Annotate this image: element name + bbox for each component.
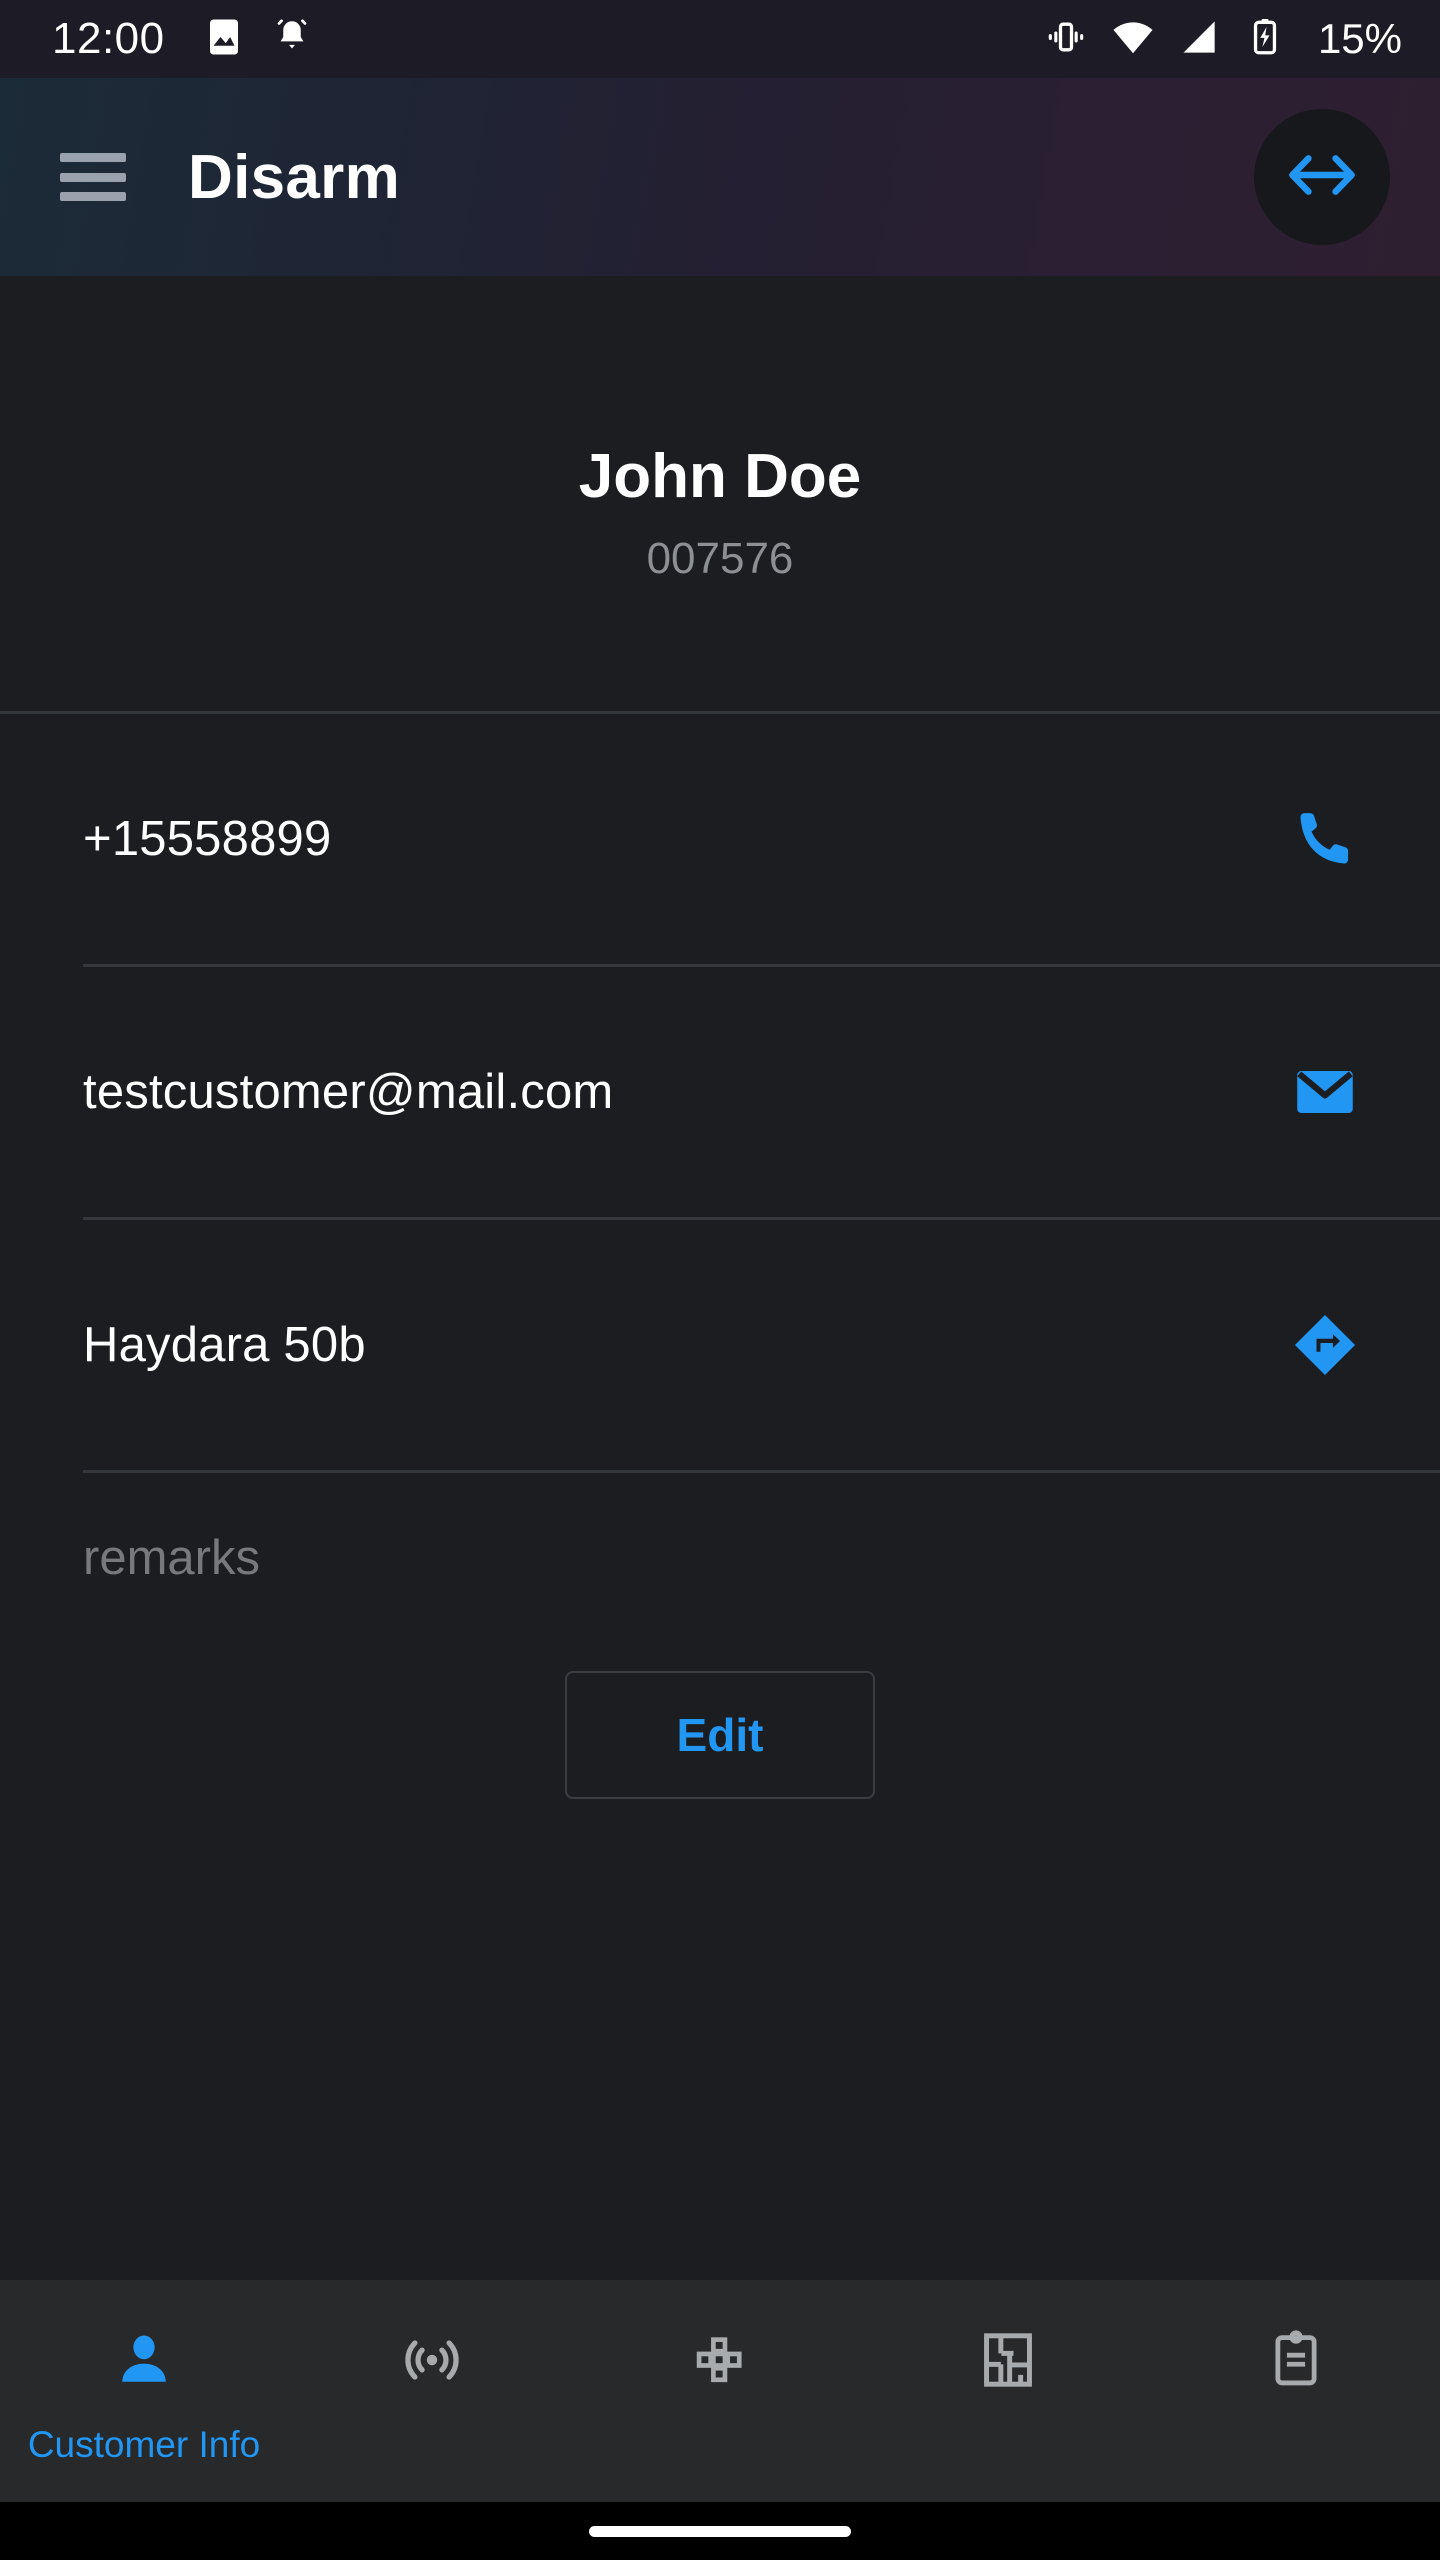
customer-id: 007576 [646, 533, 794, 583]
cellular-signal-icon [1178, 15, 1222, 64]
person-icon [113, 2322, 175, 2398]
status-bar-notification-icons [203, 16, 313, 63]
nav-item-customer-info[interactable]: Customer Info [0, 2280, 288, 2502]
gesture-navigation-bar [0, 2502, 1440, 2560]
customer-name: John Doe [578, 442, 862, 512]
hamburger-bar [60, 153, 126, 162]
customer-info-panel: John Doe 007576 +15558899 testcustomer@m… [0, 276, 1440, 2280]
status-bar-system-icons: 15% [1044, 14, 1402, 65]
customer-remarks-row[interactable]: remarks [0, 1473, 1440, 1643]
hamburger-bar [60, 172, 126, 182]
photo-icon [203, 16, 245, 63]
app-bar: Disarm [0, 78, 1440, 276]
keypad-zones-icon [687, 2322, 753, 2398]
battery-charging-icon [1244, 16, 1286, 63]
phone-screen: 12:00 15% Disarm John Doe 007576 +155588… [0, 0, 1440, 2560]
email-icon[interactable] [1286, 1053, 1364, 1131]
customer-phone-value: +15558899 [83, 812, 332, 866]
customer-email-row[interactable]: testcustomer@mail.com [0, 967, 1440, 1217]
bottom-navigation-bar: Customer Info [0, 2280, 1440, 2502]
customer-address-value: Haydara 50b [83, 1318, 366, 1372]
customer-email-value: testcustomer@mail.com [83, 1065, 614, 1119]
customer-phone-row[interactable]: +15558899 [0, 714, 1440, 964]
status-bar-clock: 12:00 [52, 14, 165, 63]
battery-percentage-label: 15% [1317, 15, 1402, 62]
page-title: Disarm [188, 142, 401, 212]
directions-icon[interactable] [1286, 1306, 1364, 1384]
floor-plan-icon [975, 2322, 1041, 2398]
customer-address-row[interactable]: Haydara 50b [0, 1220, 1440, 1470]
edit-button[interactable]: Edit [565, 1671, 875, 1799]
nav-item-sensors[interactable] [288, 2280, 576, 2502]
nav-item-reports[interactable] [1152, 2280, 1440, 2502]
customer-header: John Doe 007576 [0, 276, 1440, 711]
edit-button-wrapper: Edit [0, 1671, 1440, 1799]
phone-icon[interactable] [1286, 800, 1364, 878]
arrows-left-right-icon [1285, 138, 1359, 217]
nav-item-zones[interactable] [576, 2280, 864, 2502]
gesture-home-handle[interactable] [589, 2525, 851, 2537]
arrows-left-right-button[interactable] [1254, 109, 1390, 245]
vibrate-icon [1044, 15, 1088, 64]
nav-item-floor-plan[interactable] [864, 2280, 1152, 2502]
nav-label-customer-info: Customer Info [27, 2424, 261, 2465]
clipboard-icon [1264, 2322, 1328, 2398]
alarm-bell-icon [271, 16, 313, 63]
status-bar: 12:00 15% [0, 0, 1440, 78]
customer-remarks-placeholder: remarks [83, 1531, 260, 1585]
hamburger-menu-icon[interactable] [60, 153, 126, 201]
motion-sensor-icon [399, 2322, 465, 2398]
wifi-icon [1110, 14, 1156, 65]
hamburger-bar [60, 192, 126, 201]
